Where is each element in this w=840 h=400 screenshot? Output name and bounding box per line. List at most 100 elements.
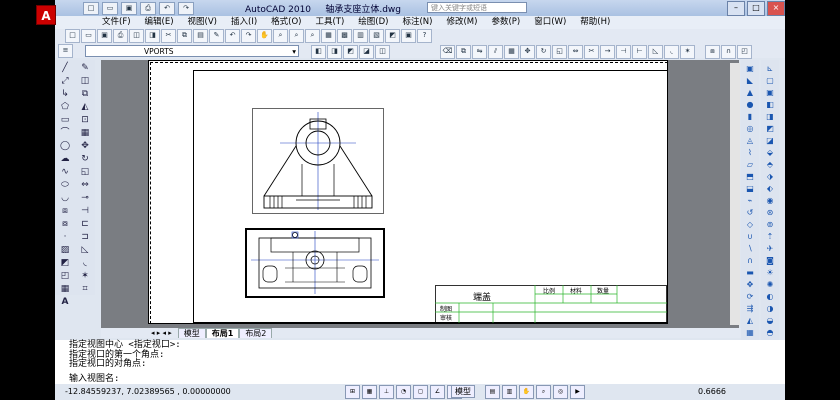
menu-modify[interactable]: 修改(M): [441, 16, 482, 29]
pyramid-icon[interactable]: ◬: [743, 135, 757, 146]
quick-view-layouts-icon[interactable]: ▤: [485, 385, 500, 399]
menu-tools[interactable]: 工具(T): [310, 16, 349, 29]
print-icon[interactable]: ⎙: [113, 29, 128, 43]
mirror-icon[interactable]: ⇋: [472, 45, 487, 59]
bring-front-icon[interactable]: ◰: [737, 45, 752, 59]
tool-palettes-icon[interactable]: ▥: [353, 29, 368, 43]
orbit-icon[interactable]: ◉: [763, 195, 777, 206]
copy-icon[interactable]: ⧉: [77, 89, 93, 100]
new-icon[interactable]: □: [65, 29, 80, 43]
intersect-icon[interactable]: ∩: [743, 255, 757, 266]
layer-unisolate-icon[interactable]: ◫: [375, 45, 390, 59]
scale-icon[interactable]: ◱: [552, 45, 567, 59]
copy-object-icon[interactable]: ⧉: [456, 45, 471, 59]
calculator-icon[interactable]: ▣: [401, 29, 416, 43]
table-icon[interactable]: ▦: [57, 284, 73, 295]
tab-nav-arrows[interactable]: ◂ ▸ ◂ ▸: [151, 329, 172, 337]
annotation-scale[interactable]: 0.6666: [698, 385, 726, 399]
scale-icon[interactable]: ◱: [77, 167, 93, 178]
move-icon[interactable]: ✥: [520, 45, 535, 59]
union-icon[interactable]: ∪: [743, 231, 757, 242]
tab-layout1[interactable]: 布局1: [205, 328, 240, 338]
publish-icon[interactable]: ◨: [145, 29, 160, 43]
minimize-icon[interactable]: –: [727, 1, 745, 16]
mirror-icon[interactable]: ◭: [77, 102, 93, 113]
layer-isolate-icon[interactable]: ◪: [359, 45, 374, 59]
revcloud-icon[interactable]: ☁: [57, 154, 73, 165]
visual-style-icon[interactable]: ◑: [763, 303, 777, 314]
layer-dropdown[interactable]: VPORTS ▾: [85, 45, 299, 57]
stretch-icon[interactable]: ⇔: [568, 45, 583, 59]
explode-icon[interactable]: ✶: [680, 45, 695, 59]
edit-polyline-icon[interactable]: ⌗: [77, 284, 93, 295]
offset-icon[interactable]: ⊡: [77, 115, 93, 126]
model-button[interactable]: 模型: [451, 385, 475, 398]
command-prompt[interactable]: 输入视图名:: [69, 374, 771, 385]
line-icon[interactable]: ╱: [57, 63, 73, 74]
snap-icon[interactable]: ⊞: [345, 385, 360, 399]
ortho-icon[interactable]: ⊥: [379, 385, 394, 399]
menu-window[interactable]: 窗口(W): [529, 16, 571, 29]
command-window[interactable]: 指定视图中心 <指定视口>: 指定视口的第一个角点: 指定视口的对角点: 输入视…: [55, 340, 785, 384]
fillet-icon[interactable]: ◟: [664, 45, 679, 59]
layer-states-icon[interactable]: ◨: [327, 45, 342, 59]
menu-insert[interactable]: 插入(I): [226, 16, 262, 29]
align-3d-icon[interactable]: ⇶: [743, 303, 757, 314]
zoom-previous-icon[interactable]: ⌕: [305, 29, 320, 43]
join-icon[interactable]: ⊢: [632, 45, 647, 59]
sphere-icon[interactable]: ●: [743, 99, 757, 110]
hatch-icon[interactable]: ▨: [57, 245, 73, 256]
presspull-icon[interactable]: ⬓: [743, 183, 757, 194]
move-3d-icon[interactable]: ✥: [743, 279, 757, 290]
sheet-set-icon[interactable]: ▧: [369, 29, 384, 43]
properties-icon[interactable]: ▦: [321, 29, 336, 43]
preview-icon[interactable]: ◫: [129, 29, 144, 43]
print-icon[interactable]: ⎙: [140, 2, 156, 15]
menu-format[interactable]: 格式(O): [266, 16, 306, 29]
join-icon[interactable]: ⊐: [77, 232, 93, 243]
cylinder-icon[interactable]: ▮: [743, 111, 757, 122]
move-icon[interactable]: ✥: [77, 141, 93, 152]
rotate-3d-icon[interactable]: ⟳: [743, 291, 757, 302]
menu-dimension[interactable]: 标注(N): [397, 16, 437, 29]
polygon-icon[interactable]: ⬠: [57, 102, 73, 113]
eraser-icon[interactable]: ◫: [77, 76, 93, 87]
tab-layout2[interactable]: 布局2: [239, 328, 273, 338]
help-search-input[interactable]: 键入关键字或短语: [427, 2, 527, 13]
free-orbit-icon[interactable]: ⊛: [763, 207, 777, 218]
lights-icon[interactable]: ✺: [763, 279, 777, 290]
revolve-icon[interactable]: ↺: [743, 207, 757, 218]
layer-previous-icon[interactable]: ◧: [311, 45, 326, 59]
fillet-icon[interactable]: ◟: [77, 258, 93, 269]
camera-icon[interactable]: ◙: [763, 255, 777, 266]
brush-icon[interactable]: ✎: [77, 63, 93, 74]
erase-icon[interactable]: ⌫: [440, 45, 455, 59]
zoom-icon[interactable]: ⌕: [536, 385, 551, 399]
planar-surface-icon[interactable]: ▱: [743, 159, 757, 170]
array-3d-icon[interactable]: ▦: [743, 327, 757, 338]
arc-icon[interactable]: ⌒: [57, 128, 73, 139]
gradient-icon[interactable]: ◩: [57, 258, 73, 269]
polar-icon[interactable]: ◔: [396, 385, 411, 399]
grid-icon[interactable]: ▦: [362, 385, 377, 399]
open-icon[interactable]: ▭: [81, 29, 96, 43]
sweep-icon[interactable]: ⌁: [743, 195, 757, 206]
nw-iso-icon[interactable]: ⬖: [763, 183, 777, 194]
save-icon[interactable]: ▣: [97, 29, 112, 43]
ne-iso-icon[interactable]: ⬗: [763, 171, 777, 182]
tab-model[interactable]: 模型: [177, 328, 206, 338]
array-icon[interactable]: ▦: [504, 45, 519, 59]
app-logo[interactable]: A: [36, 5, 56, 25]
fly-icon[interactable]: ✈: [763, 243, 777, 254]
coordinate-readout[interactable]: -12.84559237, 7.02389565 , 0.00000000: [65, 385, 231, 399]
rotate-icon[interactable]: ↻: [77, 154, 93, 165]
vertical-scrollbar[interactable]: [730, 63, 740, 325]
redo-icon[interactable]: ↷: [241, 29, 256, 43]
view-top-icon[interactable]: ▢: [763, 75, 777, 86]
draw-order-icon[interactable]: ⧈: [705, 45, 720, 59]
chamfer-icon[interactable]: ◺: [648, 45, 663, 59]
pan-icon[interactable]: ✋: [519, 385, 534, 399]
make-block-icon[interactable]: ⧇: [57, 219, 73, 230]
multiline-text-icon[interactable]: A: [57, 297, 73, 308]
polyline-icon[interactable]: ↳: [57, 89, 73, 100]
